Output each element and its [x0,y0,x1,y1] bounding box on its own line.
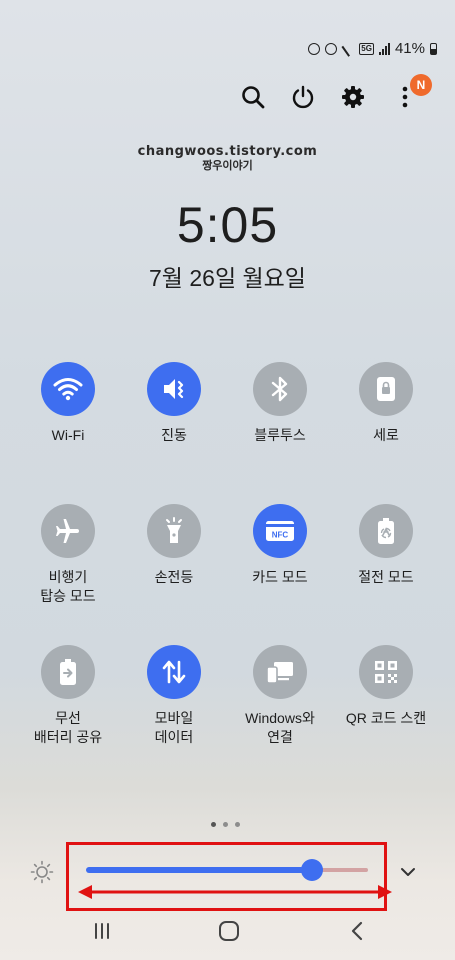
clock-icon [308,42,321,55]
tile-airplane[interactable]: 비행기 탑승 모드 [13,504,123,606]
tile-flashlight[interactable]: 손전등 [119,504,229,587]
wireless-battery-share-icon[interactable] [41,645,95,699]
alarm-icon [325,42,338,55]
mobile-data-icon[interactable] [147,645,201,699]
airplane-icon[interactable] [41,504,95,558]
tile-label: 카드 모드 [252,569,308,585]
power-icon[interactable] [286,80,320,114]
portrait-lock-icon[interactable] [359,362,413,416]
search-icon[interactable] [236,80,270,114]
status-bar: 5G 41% [308,40,437,57]
home-icon[interactable] [209,915,249,947]
chevron-down-icon[interactable] [398,862,418,882]
link-to-windows-icon[interactable] [253,645,307,699]
tile-label: 무선 배터리 공유 [33,710,103,745]
tile-mobile-data[interactable]: 모바일 데이터 [119,645,229,747]
highlight-box-annotation [66,842,387,911]
wifi-icon[interactable] [41,362,95,416]
nfc-icon[interactable]: NFC [253,504,307,558]
tile-label: 진동 [161,427,187,443]
clock-date[interactable]: 7월 26일 월요일 [0,259,455,293]
brightness-icon [30,860,54,884]
tile-portrait[interactable]: 세로 [331,362,441,445]
tile-label: 세로 [373,427,399,443]
settings-icon[interactable] [336,80,370,114]
tile-label: 모바일 데이터 [154,710,194,745]
nfc-text: NFC [272,531,289,540]
tile-wifi[interactable]: Wi-Fi [13,362,123,445]
page-dot [211,822,216,827]
tile-label: Windows와 연결 [245,710,315,745]
clock-time[interactable]: 5:05 [0,196,455,254]
tile-label: 절전 모드 [358,569,414,585]
tile-vibrate[interactable]: 진동 [119,362,229,445]
tile-link-to-windows[interactable]: Windows와 연결 [225,645,335,747]
tile-label: 블루투스 [254,427,306,443]
battery-icon [430,42,437,55]
page-indicator[interactable] [211,822,240,827]
signal-icon [378,42,390,55]
tile-qr-scan[interactable]: QR 코드 스캔 [331,645,441,728]
tile-label: Wi-Fi [51,427,85,443]
tile-wireless-battery-share[interactable]: 무선 배터리 공유 [13,645,123,747]
tile-bluetooth[interactable]: 블루투스 [225,362,335,445]
qr-code-icon[interactable] [359,645,413,699]
vibrate-icon[interactable] [147,362,201,416]
tile-label: QR 코드 스캔 [345,710,427,726]
watermark-url: changwoos.tistory.com [137,144,318,159]
battery-percent: 41% [394,40,425,57]
5g-icon: 5G [359,42,374,55]
power-saving-icon[interactable] [359,504,413,558]
notification-badge: N [410,74,432,96]
page-dot [223,822,228,827]
mute-icon [342,43,354,55]
recent-apps-icon[interactable] [82,915,122,947]
back-icon[interactable] [337,915,377,947]
watermark-name: 짱우이야기 [202,159,253,172]
tile-label: 손전등 [154,569,194,585]
tile-nfc[interactable]: NFC 카드 모드 [225,504,335,587]
watermark: changwoos.tistory.com 짱우이야기 [0,145,455,173]
flashlight-icon[interactable] [147,504,201,558]
tile-power-saving[interactable]: 절전 모드 [331,504,441,587]
page-dot [235,822,240,827]
more-icon[interactable]: N [388,74,432,114]
bluetooth-icon[interactable] [253,362,307,416]
tile-label: 비행기 탑승 모드 [40,569,96,604]
